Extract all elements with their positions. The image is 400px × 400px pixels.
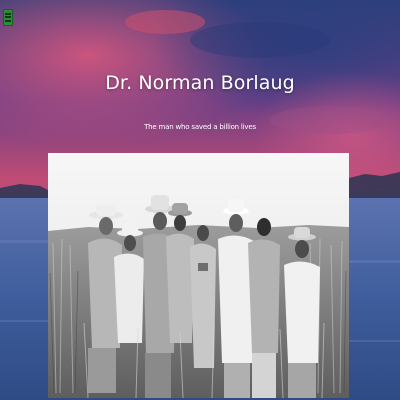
hamburger-menu-icon [5,12,11,15]
hamburger-menu-button[interactable] [3,9,13,26]
page: Dr. Norman Borlaug The man who saved a b… [0,0,400,400]
page-title: Dr. Norman Borlaug [105,72,295,94]
page-subtitle: The man who saved a billion lives [144,123,256,131]
wheat-field-photo-image [48,153,349,398]
hamburger-bar [5,20,11,23]
hero-photo [48,153,349,398]
hamburger-bar [5,16,11,19]
